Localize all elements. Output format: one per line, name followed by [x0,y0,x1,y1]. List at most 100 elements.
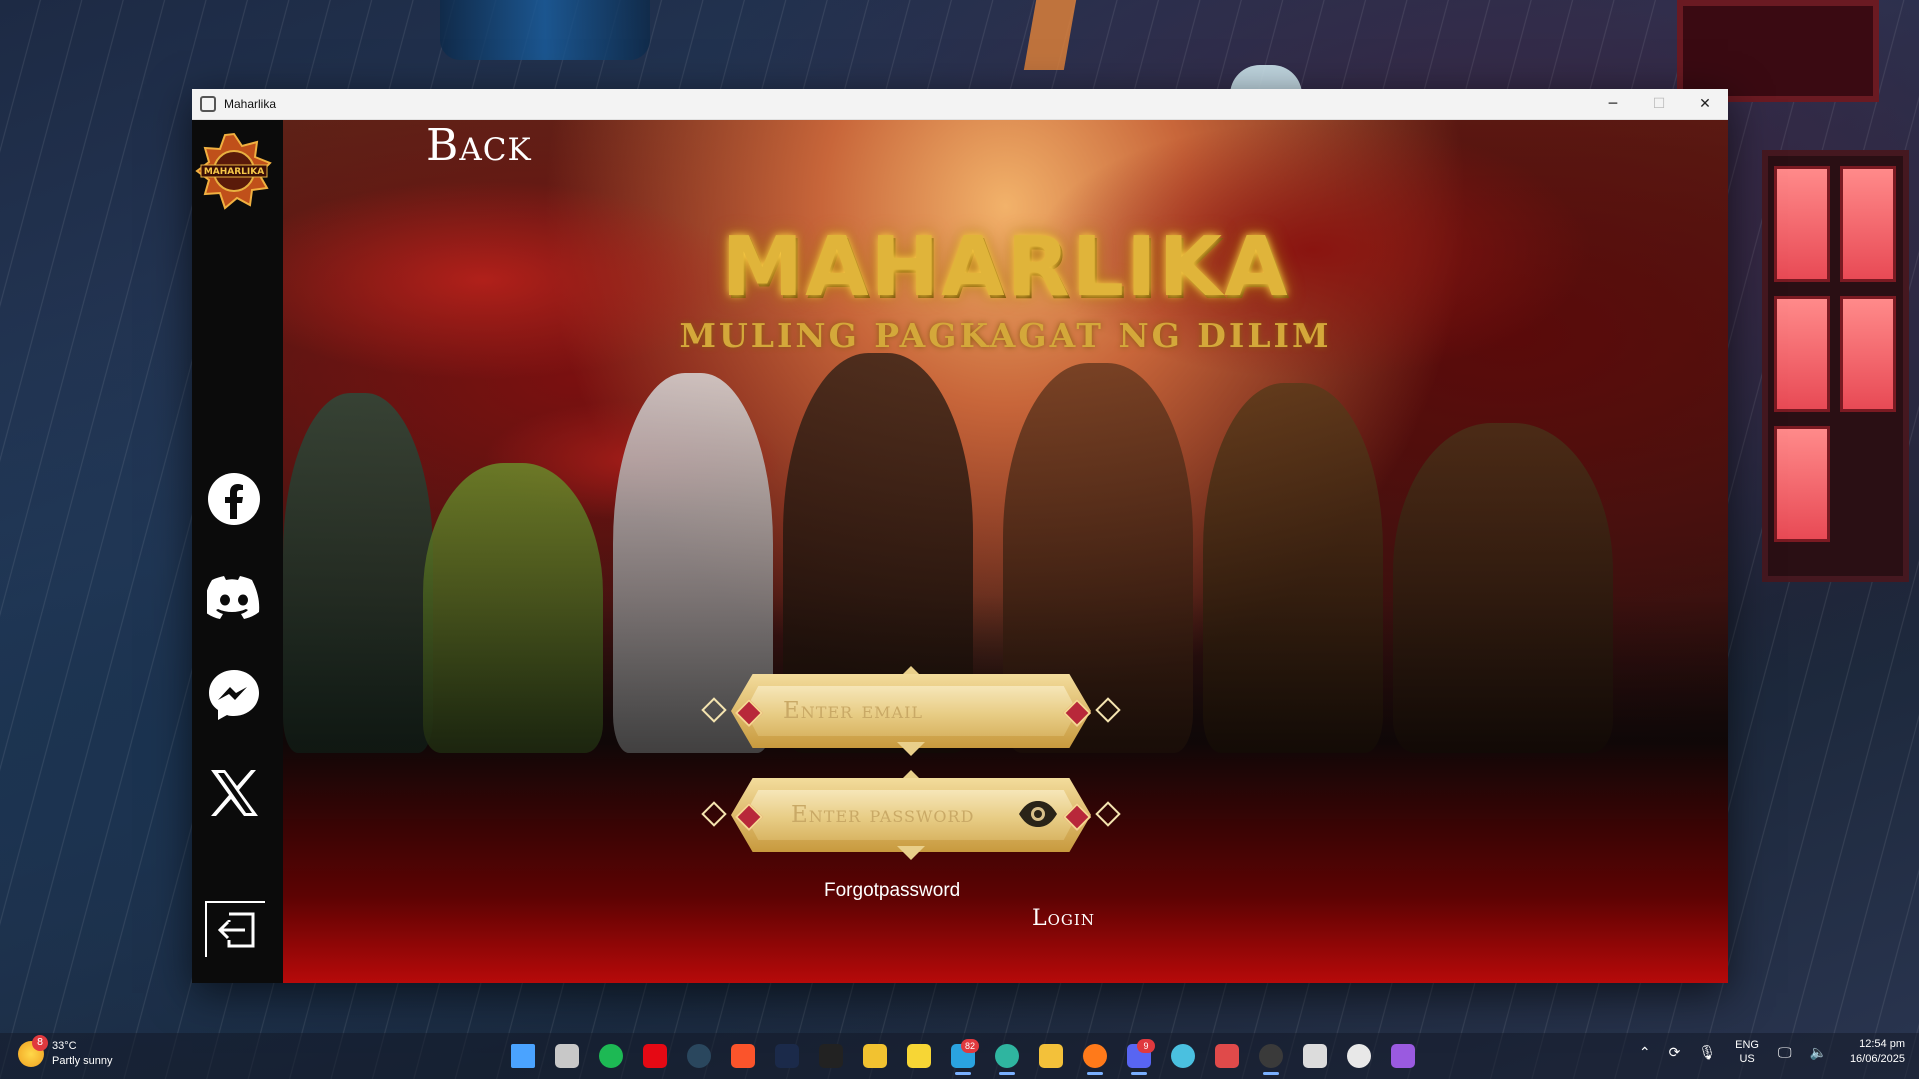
app-globe-icon [1171,1044,1195,1068]
unity-button[interactable] [1297,1037,1333,1075]
chevron-up-icon[interactable]: ⌃ [1639,1044,1651,1061]
steam-icon [687,1044,711,1068]
app-yellow-icon [863,1044,887,1068]
app-dark-button[interactable] [769,1037,805,1075]
system-tray: ⌃ ⟳ 🎙 ENG US 🖵 🔈 12:54 pm 16/06/2025 [1630,1037,1905,1067]
back-button[interactable]: Back [426,120,532,171]
media-player-icon [1347,1044,1371,1068]
password-input[interactable] [789,796,1018,834]
spotify-button[interactable] [593,1037,629,1075]
messenger-icon [209,670,259,720]
steam-button[interactable] [681,1037,717,1075]
volume-icon[interactable]: 🔈 [1810,1044,1827,1061]
maximize-button[interactable]: ☐ [1636,89,1682,119]
frame-diamond [701,801,727,827]
sticky-notes-button[interactable] [901,1037,937,1075]
weather-desc: Partly sunny [52,1055,113,1067]
window-pane [1840,166,1896,282]
email-input[interactable] [781,692,1035,730]
clock-time: 12:54 pm [1859,1038,1905,1050]
task-view-button[interactable] [549,1037,585,1075]
weather-temp: 33°C [52,1040,77,1052]
file-explorer-button[interactable] [1033,1037,1069,1075]
exit-button[interactable] [205,901,265,957]
close-button[interactable]: ✕ [1682,89,1728,119]
app-content: MAHARLIKA Back MAHARLIKA MULING PAGKAGAT… [192,120,1728,983]
region-code: US [1739,1053,1755,1065]
frame-diamond [701,697,727,723]
window-title: Maharlika [224,97,277,111]
clock[interactable]: 12:54 pm 16/06/2025 [1850,1037,1905,1067]
firefox-icon [1083,1044,1107,1068]
firefox-button[interactable] [1077,1037,1113,1075]
network-icon[interactable]: 🖵 [1778,1044,1792,1061]
task-view-icon [555,1044,579,1068]
login-button[interactable]: Login [1032,906,1095,931]
language-indicator[interactable]: ENG US [1735,1038,1759,1066]
wallpaper-lantern [1023,0,1077,70]
app-yellow-button[interactable] [857,1037,893,1075]
capcut-button[interactable] [813,1037,849,1075]
window-pane [1774,426,1830,542]
sticky-notes-icon [907,1044,931,1068]
title-bar[interactable]: Maharlika ─ ☐ ✕ [192,89,1728,120]
weather-widget[interactable]: 8 33°C Partly sunny [18,1035,113,1069]
character-silhouette [1393,423,1613,753]
password-field-frame [701,770,1121,860]
sidebar: MAHARLIKA [192,120,283,983]
start-button[interactable] [505,1037,541,1075]
window-pane [1774,166,1830,282]
app-purple-icon [1391,1044,1415,1068]
frame-diamond [1095,801,1121,827]
frame-ornament [897,846,925,860]
edge-button[interactable] [989,1037,1025,1075]
start-icon [511,1044,535,1068]
discord-taskbar-button[interactable]: 9 [1121,1037,1157,1075]
facebook-button[interactable] [205,470,263,528]
file-explorer-icon [1039,1044,1063,1068]
game-subtitle: MULING PAGKAGAT NG DILIM [679,316,1332,355]
x-button[interactable] [205,764,263,822]
character-silhouette [423,463,603,753]
unity-icon [1303,1044,1327,1068]
app-globe-button[interactable] [1165,1037,1201,1075]
capcut-icon [819,1044,843,1068]
app-notification-badge: 82 [961,1039,979,1053]
clock-date: 16/06/2025 [1849,1053,1905,1065]
app-colorful-button[interactable] [1209,1037,1245,1075]
minimize-button[interactable]: ─ [1590,89,1636,119]
discord-icon [207,576,260,619]
app-purple-button[interactable] [1385,1037,1421,1075]
eye-icon[interactable] [1017,798,1059,830]
sync-icon[interactable]: ⟳ [1669,1044,1681,1061]
edge-icon [995,1044,1019,1068]
character-silhouette [283,393,433,753]
microphone-icon[interactable]: 🎙 [1698,1044,1716,1061]
netflix-button[interactable] [637,1037,673,1075]
svg-text:MAHARLIKA: MAHARLIKA [204,167,264,177]
brave-icon [731,1044,755,1068]
app-dark-icon [775,1044,799,1068]
frame-ornament [897,742,925,756]
netflix-icon [643,1044,667,1068]
frame-diamond [1095,697,1121,723]
app-colorful-icon [1215,1044,1239,1068]
telegram-button[interactable]: 82 [945,1037,981,1075]
spotify-icon [599,1044,623,1068]
window-pane [1774,296,1830,412]
obs-button[interactable] [1253,1037,1289,1075]
notification-badge: 8 [32,1035,48,1051]
messenger-button[interactable] [205,666,263,724]
maharlika-logo[interactable]: MAHARLIKA [195,132,273,210]
character-silhouette [1203,383,1383,753]
wallpaper-sign-right [1677,0,1879,102]
forgot-password-link[interactable]: Forgotpassword [824,880,960,902]
taskbar: 8 33°C Partly sunny 82 9 ⌃ ⟳ 🎙 ENG US 🖵 🔈… [0,1033,1919,1079]
x-icon [211,770,258,816]
hero-panel: Back MAHARLIKA MULING PAGKAGAT NG DILIM [283,120,1728,983]
taskbar-apps: 82 9 [505,1037,1429,1075]
discord-button[interactable] [205,568,263,626]
brave-button[interactable] [725,1037,761,1075]
language-code: ENG [1735,1039,1759,1051]
media-player-button[interactable] [1341,1037,1377,1075]
